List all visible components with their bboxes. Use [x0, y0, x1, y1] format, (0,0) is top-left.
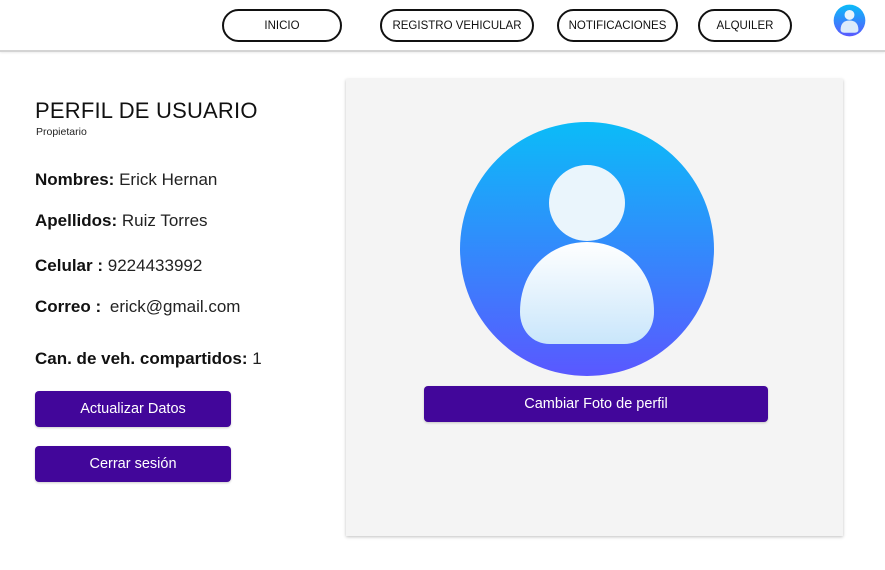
nav-notificaciones-button[interactable]: NOTIFICACIONES	[557, 9, 678, 42]
field-nombres-value: Erick Hernan	[119, 170, 218, 189]
logout-button[interactable]: Cerrar sesión	[35, 446, 231, 482]
field-celular-value: 9224433992	[107, 256, 203, 275]
nav-alquiler-button[interactable]: ALQUILER	[698, 9, 792, 42]
field-vehiculos-compartidos: Can. de veh. compartidos: 1	[35, 349, 262, 369]
field-correo-label: Correo :	[35, 297, 102, 316]
field-apellidos-value: Ruiz Torres	[121, 211, 208, 230]
field-celular: Celular : 9224433992	[35, 256, 202, 276]
field-correo-value: erick@gmail.com	[109, 297, 241, 316]
field-vehiculos-label: Can. de veh. compartidos:	[35, 349, 248, 368]
profile-photo-icon	[460, 122, 714, 376]
field-nombres: Nombres: Erick Hernan	[35, 170, 217, 190]
top-navigation-bar: INICIO REGISTRO VEHICULAR NOTIFICACIONES…	[0, 0, 885, 52]
user-avatar-icon[interactable]	[833, 4, 866, 37]
field-vehiculos-value: 1	[252, 349, 262, 368]
field-nombres-label: Nombres:	[35, 170, 115, 189]
field-celular-label: Celular :	[35, 256, 104, 275]
field-apellidos-label: Apellidos:	[35, 211, 118, 230]
nav-registro-vehicular-button[interactable]: REGISTRO VEHICULAR	[380, 9, 534, 42]
field-correo: Correo : erick@gmail.com	[35, 297, 240, 317]
change-profile-photo-button[interactable]: Cambiar Foto de perfil	[424, 386, 768, 422]
user-role: Propietario	[36, 126, 87, 138]
page-title: PERFIL DE USUARIO	[35, 98, 258, 123]
update-data-button[interactable]: Actualizar Datos	[35, 391, 231, 427]
nav-inicio-button[interactable]: INICIO	[222, 9, 342, 42]
field-apellidos: Apellidos: Ruiz Torres	[35, 211, 208, 231]
